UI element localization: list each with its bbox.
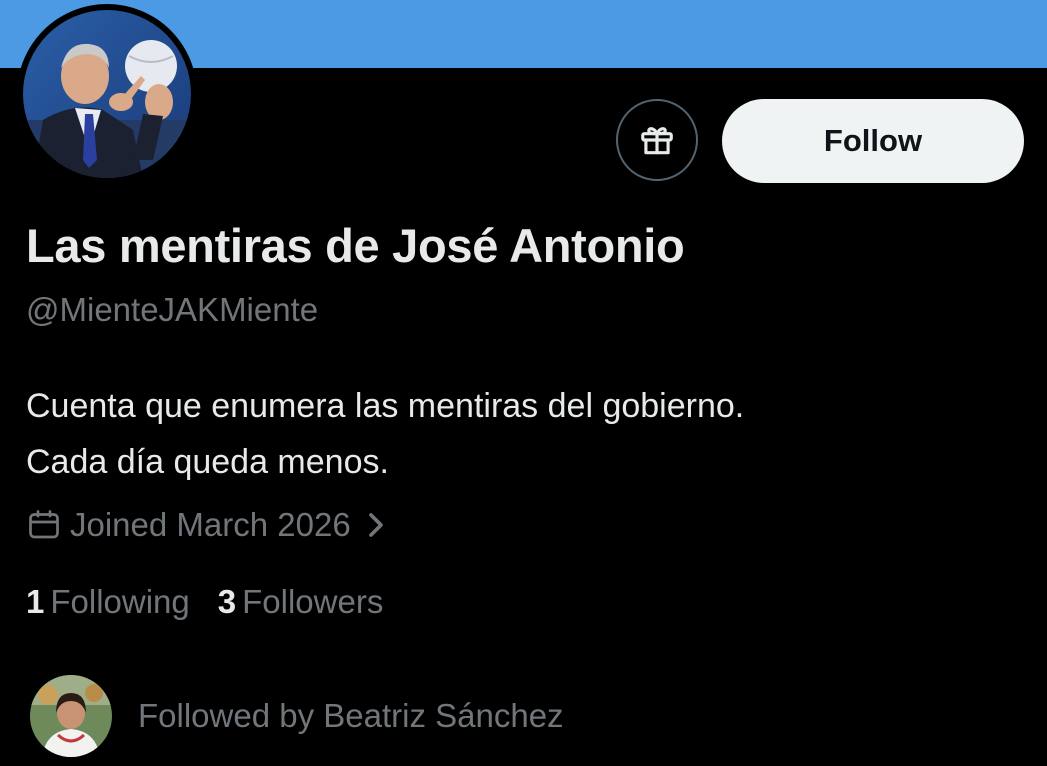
follow-stats: 1 Following 3 Followers (26, 580, 383, 624)
profile-handle: @MienteJAKMiente (26, 291, 319, 328)
bio-line: Cada día queda menos. (26, 443, 389, 481)
followed-by-row[interactable]: Followed by Beatriz Sánchez (30, 675, 564, 757)
followers-count: 3 (217, 583, 237, 620)
followers-link[interactable]: 3 Followers (218, 583, 384, 621)
profile-display-name: Las mentiras de José Antonio (26, 219, 685, 272)
joined-date-row[interactable]: Joined March 2026 (26, 503, 387, 547)
followed-by-text: Followed by Beatriz Sánchez (138, 697, 564, 734)
following-link[interactable]: 1 Following (26, 583, 190, 621)
calendar-icon (26, 507, 62, 543)
following-label: Following (50, 583, 190, 620)
followers-label: Followers (242, 583, 384, 620)
profile-bio: Cuenta que enumera las mentiras del gobi… (26, 378, 744, 490)
follower-avatar (30, 675, 112, 757)
chevron-right-icon (365, 510, 387, 540)
gift-icon (638, 121, 676, 159)
profile-photo (23, 10, 191, 178)
bio-line: Cuenta que enumera las mentiras del gobi… (26, 387, 745, 425)
joined-date: Joined March 2026 (70, 506, 351, 543)
gift-button[interactable] (616, 99, 698, 181)
profile-avatar[interactable] (17, 4, 197, 184)
follow-button[interactable]: Follow (722, 99, 1024, 183)
following-count: 1 (26, 583, 45, 620)
